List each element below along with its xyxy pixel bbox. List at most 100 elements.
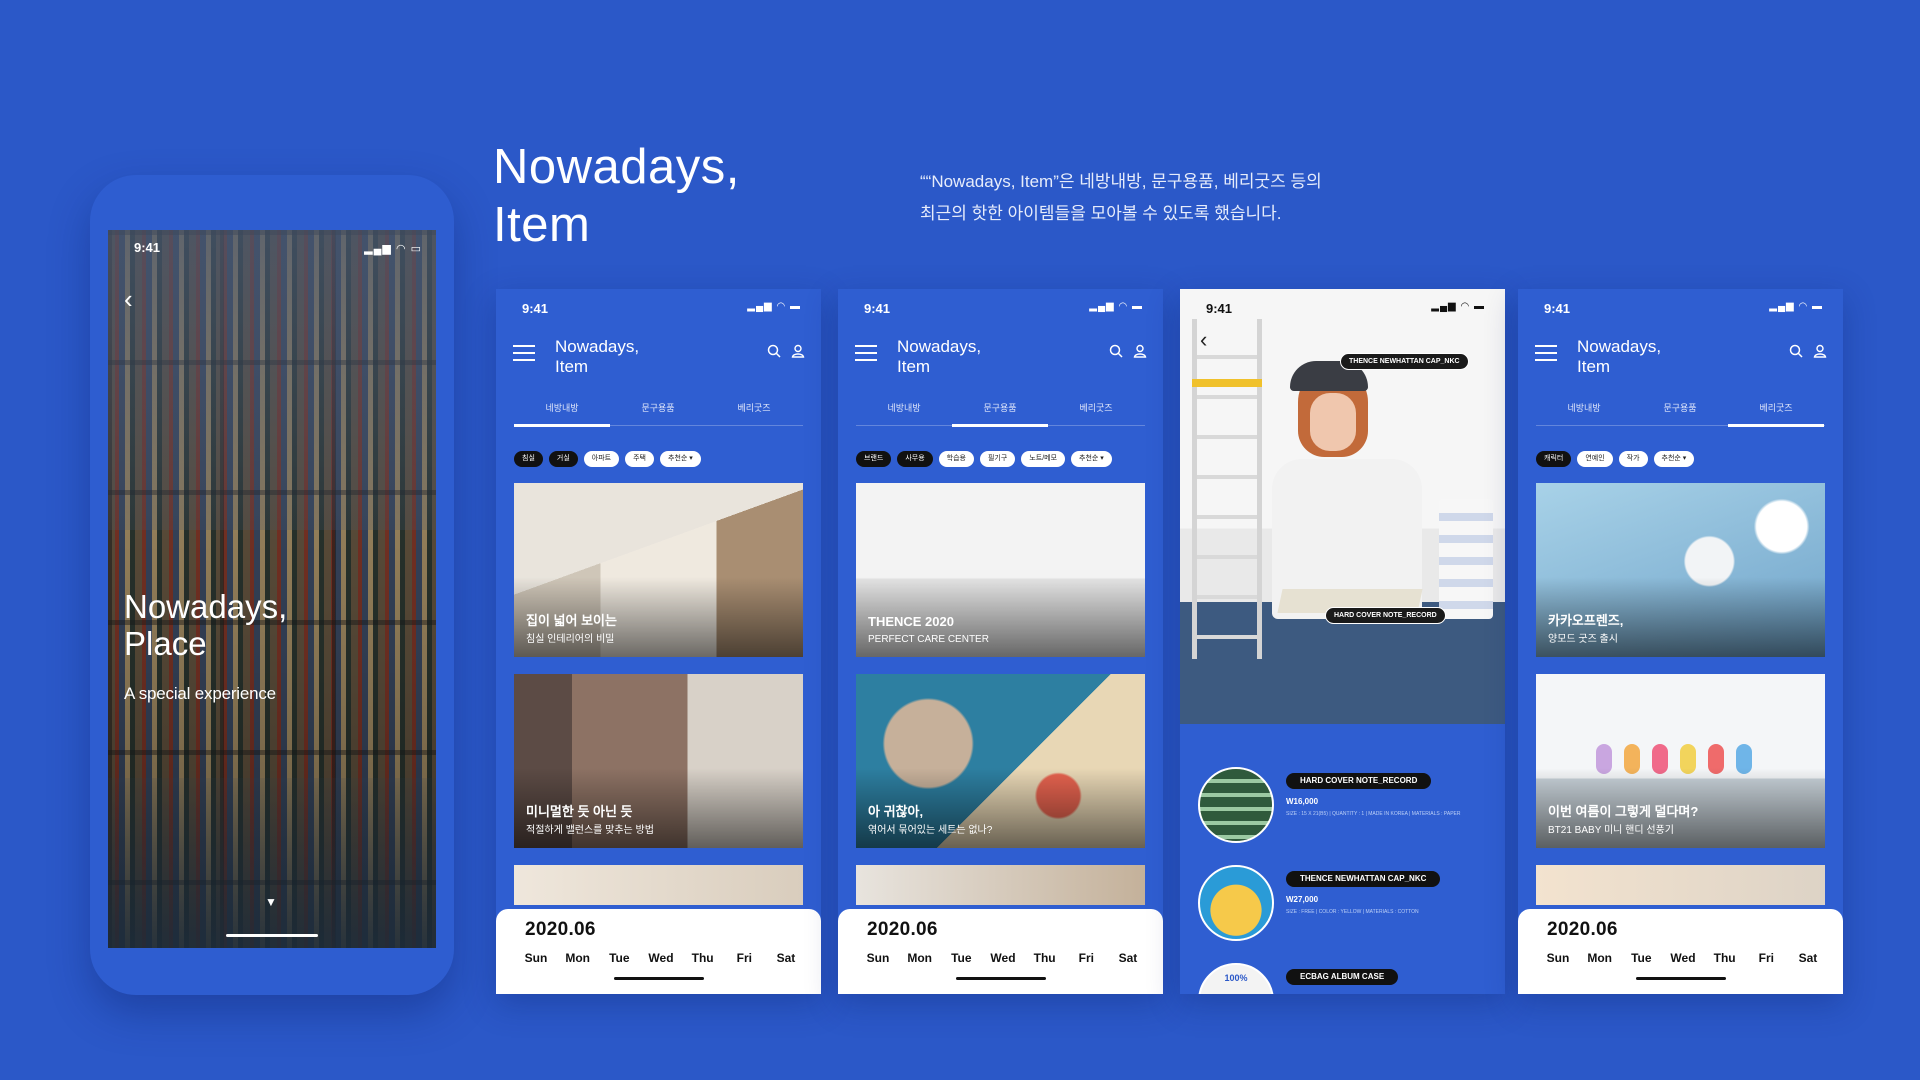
sort-dropdown[interactable]: 추천순 ▾ [1653, 451, 1695, 467]
status-bar: 9:41 ▂▄▆ ◠ ▬ [1518, 289, 1843, 329]
product-name: THENCE NEWHATTAN CAP_NKC [1286, 871, 1441, 887]
hamburger-menu-icon[interactable] [513, 345, 535, 366]
weekday[interactable]: Sat [1788, 951, 1828, 965]
feed-card[interactable]: 미니멀한 듯 아닌 듯 적절하게 밸런스를 맞추는 방법 [514, 674, 803, 848]
hamburger-menu-icon[interactable] [855, 345, 877, 366]
sort-dropdown[interactable]: 추천순 ▾ [660, 451, 701, 467]
chip-filter[interactable]: 아파트 [583, 451, 620, 467]
weekday[interactable]: Sun [858, 951, 898, 965]
user-icon[interactable] [1133, 344, 1147, 358]
weekday[interactable]: Mon [900, 951, 940, 965]
weekday[interactable]: Mon [558, 951, 598, 965]
phone-interior: 9:41 ▂▄▆ ◠ ▬ Nowadays, Item 네방내방 문구용품 베리… [496, 289, 821, 994]
product-tag-note[interactable]: HARD COVER NOTE_RECORD [1325, 607, 1446, 624]
home-indicator [956, 977, 1046, 980]
tab-stationery[interactable]: 문구용품 [610, 401, 706, 414]
status-icons: ▂▄▆ ◠ ▬ [1431, 301, 1485, 312]
weekday[interactable]: Wed [983, 951, 1023, 965]
filter-chips: 침실 거실 아파트 주택 추천순 ▾ [514, 447, 707, 467]
phone-stationery: 9:41 ▂▄▆ ◠ ▬ Nowadays, Item 네방내방 문구용품 베리… [838, 289, 1163, 994]
feed-card[interactable]: THENCE 2020 PERFECT CARE CENTER [856, 483, 1145, 657]
card-subtitle: 침실 인테리어의 비밀 [526, 634, 615, 645]
weekday[interactable]: Fri [1066, 951, 1106, 965]
chip-filter[interactable]: 학습용 [938, 451, 974, 467]
hero-title-line-1: Nowadays, [124, 588, 288, 625]
feed-card-partial[interactable] [1536, 865, 1825, 905]
headline-line-2: Item [493, 198, 591, 252]
product-meta: SIZE : FREE | COLOR : YELLOW | MATERIALS… [1286, 909, 1419, 915]
tab-goods[interactable]: 베리굿즈 [1048, 401, 1144, 414]
weekday[interactable]: Fri [1746, 951, 1786, 965]
product-price: W16,000 [1286, 797, 1319, 806]
tab-home-interior[interactable]: 네방내방 [514, 401, 610, 414]
feed-card-partial[interactable] [514, 865, 803, 905]
weekday[interactable]: Sun [516, 951, 556, 965]
tab-home-interior[interactable]: 네방내방 [856, 401, 952, 414]
calendar-weekdays: Sun Mon Tue Wed Thu Fri Sat [516, 951, 806, 965]
weekday[interactable]: Mon [1580, 951, 1620, 965]
weekday[interactable]: Sat [1108, 951, 1148, 965]
card-title: 아 귀찮아, [868, 804, 924, 819]
weekday[interactable]: Thu [683, 951, 723, 965]
chip-filter[interactable]: 침실 [514, 451, 543, 467]
weekday[interactable]: Tue [1621, 951, 1661, 965]
tab-goods[interactable]: 베리굿즈 [706, 401, 802, 414]
search-icon[interactable] [767, 344, 781, 358]
card-subtitle: 엮어서 묶어있는 세트는 없나? [868, 825, 993, 836]
calendar-month: 2020.06 [867, 919, 938, 940]
product-hero-photo: THENCE NEWHATTAN CAP_NKC HARD COVER NOTE… [1180, 289, 1505, 724]
triangle-down-icon[interactable]: ▼ [265, 895, 277, 909]
weekday[interactable]: Sat [766, 951, 806, 965]
feed-card[interactable]: 아 귀찮아, 엮어서 묶어있는 세트는 없나? [856, 674, 1145, 848]
chip-filter[interactable]: 캐릭터 [1536, 451, 1572, 467]
tab-home-interior[interactable]: 네방내방 [1536, 401, 1632, 414]
chip-filter[interactable]: 작가 [1618, 451, 1648, 467]
chip-filter[interactable]: 거실 [548, 451, 578, 467]
chevron-left-icon[interactable]: ‹ [1200, 327, 1207, 353]
card-subtitle: PERFECT CARE CENTER [868, 634, 989, 645]
chip-filter[interactable]: 연예인 [1577, 451, 1613, 467]
feed-card[interactable]: 카카오프렌즈, 양모드 굿즈 출시 [1536, 483, 1825, 657]
chip-filter[interactable]: 노트/메모 [1021, 451, 1066, 467]
product-thumbnail [1198, 865, 1274, 941]
product-item[interactable]: THENCE NEWHATTAN CAP_NKC W27,000 SIZE : … [1198, 865, 1498, 945]
app-title-line-2: Item [897, 357, 931, 376]
product-tag-cap[interactable]: THENCE NEWHATTAN CAP_NKC [1340, 353, 1469, 370]
sort-dropdown[interactable]: 추천순 ▾ [1071, 451, 1112, 467]
weekday[interactable]: Sun [1538, 951, 1578, 965]
weekday[interactable]: Fri [724, 951, 764, 965]
category-tabs: 네방내방 문구용품 베리굿즈 [1536, 401, 1825, 427]
user-icon[interactable] [1813, 344, 1827, 358]
user-icon[interactable] [791, 344, 805, 358]
chip-filter[interactable]: 필기구 [979, 451, 1016, 467]
weekday[interactable]: Tue [599, 951, 639, 965]
active-tab-underline [1728, 424, 1824, 427]
chevron-left-icon[interactable]: ‹ [124, 284, 133, 315]
chip-filter[interactable]: 사무용 [897, 451, 933, 467]
tab-stationery[interactable]: 문구용품 [1632, 401, 1728, 414]
feed-card[interactable]: 집이 넓어 보이는 침실 인테리어의 비밀 [514, 483, 803, 657]
tab-goods[interactable]: 베리굿즈 [1728, 401, 1824, 414]
product-name: HARD COVER NOTE_RECORD [1286, 773, 1432, 789]
app-title-line-2: Item [1577, 357, 1611, 376]
chip-filter[interactable]: 주택 [625, 451, 654, 467]
hamburger-menu-icon[interactable] [1535, 345, 1557, 366]
weekday[interactable]: Thu [1705, 951, 1745, 965]
weekday[interactable]: Thu [1025, 951, 1065, 965]
search-icon[interactable] [1789, 344, 1803, 358]
product-item[interactable]: 100% ECBAG ALBUM CASE [1198, 963, 1498, 994]
tab-stationery[interactable]: 문구용품 [952, 401, 1048, 414]
feed-card[interactable]: 이번 여름이 그렇게 덜다며? BT21 BABY 미니 핸디 선풍기 [1536, 674, 1825, 848]
home-indicator [614, 977, 704, 980]
weekday[interactable]: Wed [1663, 951, 1703, 965]
search-icon[interactable] [1109, 344, 1123, 358]
chip-filter[interactable]: 브랜드 [856, 451, 892, 467]
weekday[interactable]: Tue [941, 951, 981, 965]
status-time: 9:41 [1206, 301, 1233, 316]
product-item[interactable]: HARD COVER NOTE_RECORD W16,000 SIZE : 15… [1198, 767, 1498, 847]
category-tabs: 네방내방 문구용품 베리굿즈 [856, 401, 1145, 427]
feed-card-partial[interactable] [856, 865, 1145, 905]
weekday[interactable]: Wed [641, 951, 681, 965]
calendar-sheet: 2020.06 Sun Mon Tue Wed Thu Fri Sat [1518, 909, 1843, 994]
status-time: 9:41 [864, 301, 891, 316]
